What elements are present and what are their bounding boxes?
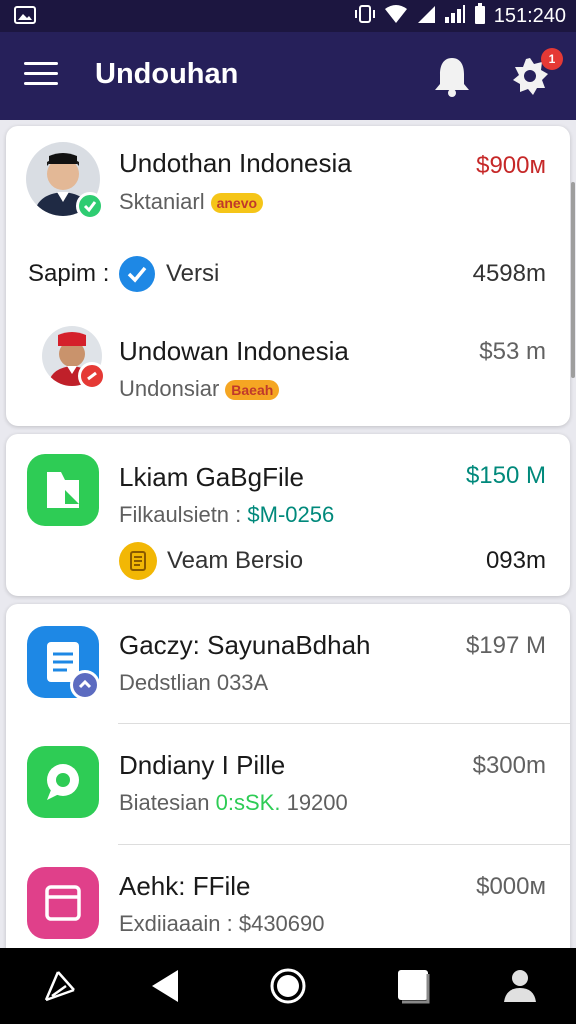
check-icon (119, 256, 155, 292)
list-item[interactable]: Undothan Indonesia Sktaniarl anevo $900м (6, 126, 570, 236)
nav-recents-icon[interactable] (394, 966, 434, 1006)
item-amount: $900м (476, 152, 546, 179)
nav-profile-icon[interactable] (500, 966, 540, 1006)
menu-icon[interactable] (24, 62, 58, 90)
item-subtitle: Exdiiaaain : $430690 (119, 911, 325, 936)
item-number: 19200 (286, 790, 348, 815)
summary-amount: 4598m (472, 260, 546, 287)
page-title: Undouhan (95, 58, 239, 90)
signal-bars-icon (444, 4, 466, 29)
sync-icon (70, 670, 100, 700)
gallery-icon (27, 867, 99, 939)
item-amount: $000м (476, 873, 546, 900)
system-nav-bar (0, 948, 576, 1024)
item-title: Aehk: FFile (119, 871, 251, 901)
avatar (26, 142, 104, 220)
nav-share-icon[interactable] (40, 966, 80, 1006)
card-file-item[interactable]: Lkiam GaBgFile Filkaulsietn : $M-0256 $1… (6, 434, 570, 596)
version-amount: 093m (485, 547, 546, 574)
file-icon (27, 454, 99, 526)
clock: 151:240 (493, 5, 566, 27)
scrollbar[interactable] (571, 182, 575, 378)
item-amount: $53 m (479, 338, 546, 365)
app-bar: Undouhan 1 (0, 32, 576, 120)
nav-home-icon[interactable] (268, 966, 308, 1006)
item-title: Gaczy: SayunaBdhah (119, 630, 371, 660)
version-label: Versi (166, 260, 220, 287)
signal-icon (416, 4, 436, 29)
status-bar: 151:240 (0, 0, 576, 32)
list-item[interactable]: Undowan Indonesia Undonsiar Baeah $53 m (6, 316, 570, 426)
item-code: 0:sSK. (215, 790, 281, 815)
vibrate-icon (354, 3, 376, 30)
item-amount: $150 M (465, 462, 546, 489)
item-subtitle: Sktaniarl (119, 189, 205, 214)
item-title: Dndiany I Pille (119, 750, 286, 780)
battery-icon (474, 3, 486, 30)
avatar (42, 326, 116, 400)
status-badge: Baeah (225, 380, 280, 401)
card-downloads-indonesia: Undothan Indonesia Sktaniarl anevo $900м … (6, 126, 570, 426)
item-amount: $197 M (465, 632, 546, 659)
item-amount: $300m (472, 752, 546, 779)
summary-row: Sapim : Versi 4598m (6, 246, 570, 302)
item-title: Lkiam GaBgFile (119, 462, 304, 492)
list-item[interactable]: Gaczy: SayunaBdhah Dedstlian 033A $197 M (6, 604, 570, 722)
nav-back-icon[interactable] (146, 966, 186, 1006)
item-title: Undothan Indonesia (119, 148, 352, 178)
screenshot-icon (14, 5, 36, 30)
item-title: Undowan Indonesia (119, 336, 349, 366)
item-subtitle: Undonsiar (119, 376, 220, 401)
version-label: Veam Bersio (167, 547, 304, 574)
item-code: $M-0256 (247, 502, 335, 527)
item-subtitle: Filkaulsietn : (119, 502, 242, 527)
check-icon (76, 192, 104, 220)
item-subtitle: Dedstlian 033A (119, 670, 269, 695)
list-item[interactable]: Dndiany I Pille Biatesian 0:sSK. 19200 $… (6, 724, 570, 844)
card-file-list: Gaczy: SayunaBdhah Dedstlian 033A $197 M… (6, 604, 570, 950)
summary-label: Sapim : (28, 260, 110, 287)
notification-badge: 1 (541, 48, 563, 70)
item-subtitle: Biatesian (119, 790, 210, 815)
record-icon (78, 362, 106, 390)
document-icon (119, 542, 157, 580)
location-icon (27, 746, 99, 818)
wifi-icon (384, 4, 408, 29)
status-badge: anevo (210, 193, 264, 214)
bell-icon[interactable] (432, 54, 472, 98)
list-item[interactable]: Aehk: FFile Exdiiaaain : $430690 $000м (6, 845, 570, 950)
